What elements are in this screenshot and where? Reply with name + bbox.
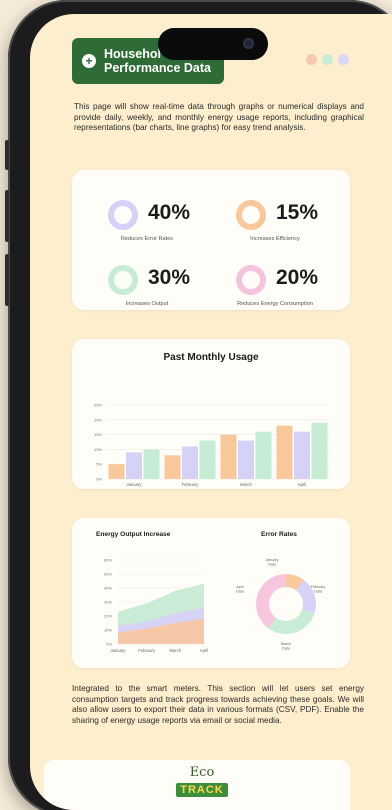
ring-icon [108, 200, 138, 230]
bar [126, 452, 142, 479]
footer-card: Eco TRACK [44, 760, 350, 810]
ring-icon [236, 200, 266, 230]
y-tick-label: 5% [96, 462, 102, 467]
x-tick-label: January [127, 482, 143, 487]
y-tick-label: 50% [104, 572, 112, 577]
dot-icon [306, 54, 317, 65]
slice-label: March Data [281, 642, 291, 650]
logo-track-text: TRACK [176, 783, 228, 797]
y-tick-label: 40% [104, 586, 112, 591]
plus-icon: + [82, 54, 96, 68]
x-tick-label: April [298, 482, 306, 487]
bar [238, 440, 254, 479]
y-tick-label: 60% [104, 558, 112, 563]
app-screen: + Househol Performance Data This page wi… [30, 14, 392, 810]
bar [311, 422, 328, 479]
y-tick-label: 20% [94, 417, 102, 422]
ecotrack-logo[interactable]: Eco TRACK [172, 766, 232, 802]
stat-label: Reduces Energy Consumption [237, 301, 313, 307]
dynamic-island [158, 28, 268, 60]
volume-up-button [5, 190, 9, 242]
intro-paragraph: This page will show real-time data throu… [74, 102, 364, 133]
y-tick-label: 25% [94, 403, 102, 408]
bar [199, 440, 216, 479]
side-button [5, 140, 9, 170]
x-tick-label: April [200, 648, 208, 653]
y-tick-label: 30% [104, 600, 112, 605]
stat-value: 40% [148, 201, 191, 224]
ring-icon [108, 265, 138, 295]
x-tick-label: February [138, 648, 156, 653]
bar [164, 455, 181, 479]
bar [143, 449, 160, 479]
camera-icon [243, 38, 254, 49]
stat-value: 30% [148, 266, 191, 289]
y-tick-label: 20% [104, 614, 112, 619]
stat-label: Increases Output [125, 301, 169, 307]
output-and-errors-card: Energy Output Increase Error Rates 0% 10%… [72, 518, 350, 668]
x-tick-label: March [240, 482, 252, 487]
page-title-line2: Performance Data [104, 61, 211, 75]
x-tick-label: March [170, 648, 182, 653]
y-tick-label: 15% [94, 432, 102, 437]
bar-chart: 0% 5% 10% 15% 20% 25% January February March Apri… [94, 403, 330, 487]
outro-paragraph: Integrated to the smart meters. This sec… [72, 684, 364, 725]
stat-value: 20% [276, 266, 319, 289]
area-and-donut-charts: 0% 10% 20% 30% 40% 50% 60% January February March… [104, 558, 325, 654]
stat-value: 15% [276, 201, 319, 224]
x-tick-label: February [182, 482, 200, 487]
window-dots [306, 54, 349, 65]
bar [276, 425, 293, 479]
monthly-usage-card: Past Monthly Usage 0% 5% 10% 15% 20% 25% Janua… [72, 339, 350, 489]
dot-icon [322, 54, 333, 65]
stat-label: Increases Efficiency [250, 236, 300, 242]
x-tick-label: January [111, 648, 127, 653]
y-tick-label: 10% [94, 447, 102, 452]
y-tick-label: 0% [106, 642, 112, 647]
volume-down-button [5, 254, 9, 306]
bar [108, 464, 125, 479]
pie-slice [268, 609, 315, 634]
logo-eco-text: Eco [189, 765, 215, 780]
slice-label: April Data [236, 585, 244, 593]
stat-label: Reduces Error Rates [120, 236, 174, 242]
y-tick-label: 10% [104, 628, 112, 633]
slice-label: January Data [266, 558, 279, 566]
stats-card: 40% Reduces Error Rates 15% Increases Ef… [72, 170, 350, 310]
bar [255, 431, 272, 479]
pie-slice [256, 574, 286, 629]
ring-icon [236, 265, 266, 295]
bar [294, 431, 310, 479]
bar [182, 446, 198, 479]
bar [220, 434, 237, 479]
dot-icon [338, 54, 349, 65]
y-tick-label: 0% [96, 477, 102, 482]
